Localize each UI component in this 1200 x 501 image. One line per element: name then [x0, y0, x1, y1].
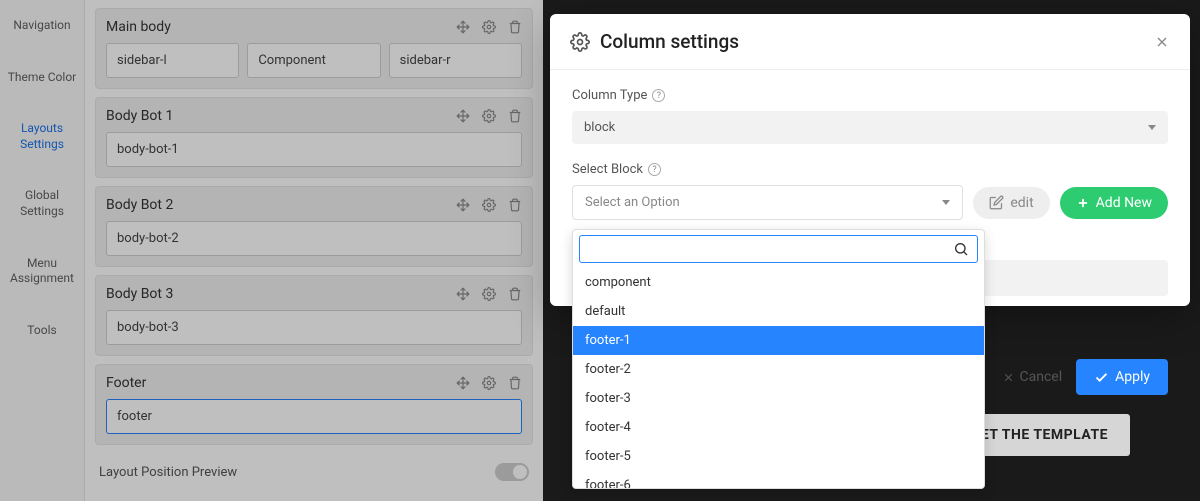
add-new-button[interactable]: Add New [1060, 187, 1168, 219]
edit-icon [989, 195, 1004, 210]
cancel-button[interactable]: Cancel [1002, 369, 1062, 385]
section-footer[interactable]: Footer footer [95, 364, 533, 445]
chip-body-bot-2[interactable]: body-bot-2 [106, 221, 522, 256]
trash-icon[interactable] [508, 287, 522, 301]
gear-icon[interactable] [482, 109, 496, 123]
chip-footer[interactable]: footer [106, 399, 522, 434]
plus-icon [1076, 196, 1090, 210]
chip-sidebar-l[interactable]: sidebar-l [106, 43, 239, 78]
chip-body-bot-3[interactable]: body-bot-3 [106, 310, 522, 345]
chip-body-bot-1[interactable]: body-bot-1 [106, 132, 522, 167]
section-body-bot-2[interactable]: Body Bot 2 body-bot-2 [95, 186, 533, 267]
select-block-dropdown: component default footer-1 footer-2 foot… [572, 229, 985, 489]
chevron-down-icon [1148, 125, 1156, 130]
trash-icon[interactable] [508, 109, 522, 123]
chevron-down-icon [942, 200, 950, 205]
leftnav-item-layouts-settings[interactable]: Layouts Settings [0, 103, 84, 170]
dropdown-item[interactable]: default [573, 297, 984, 326]
dropdown-item[interactable]: footer-5 [573, 442, 984, 471]
modal-title: Column settings [600, 30, 739, 53]
select-block-label: Select Block ? [572, 162, 1168, 177]
layout-preview-toggle[interactable] [495, 463, 529, 481]
column-type-select[interactable]: block [572, 111, 1168, 144]
dropdown-item[interactable]: component [573, 268, 984, 297]
leftnav-item-navigation[interactable]: Navigation [0, 0, 84, 52]
section-title: Body Bot 2 [106, 197, 173, 213]
edit-button[interactable]: edit [973, 187, 1049, 219]
chip-sidebar-r[interactable]: sidebar-r [389, 43, 522, 78]
section-title: Main body [106, 19, 171, 35]
trash-icon[interactable] [508, 20, 522, 34]
close-icon[interactable] [1154, 34, 1170, 50]
apply-button[interactable]: Apply [1076, 359, 1168, 395]
dropdown-search-input[interactable] [588, 241, 953, 257]
section-title: Body Bot 3 [106, 286, 173, 302]
select-block-placeholder: Select an Option [585, 195, 680, 210]
leftnav-item-tools[interactable]: Tools [0, 305, 84, 357]
dropdown-item[interactable]: footer-2 [573, 355, 984, 384]
leftnav-item-menu-assignment[interactable]: Menu Assignment [0, 238, 84, 305]
dropdown-item[interactable]: footer-3 [573, 384, 984, 413]
select-block-select[interactable]: Select an Option [572, 185, 963, 220]
move-icon[interactable] [456, 198, 470, 212]
chip-component[interactable]: Component [247, 43, 380, 78]
help-icon[interactable]: ? [648, 163, 661, 176]
dropdown-list[interactable]: component default footer-1 footer-2 foot… [573, 268, 984, 488]
check-icon [1094, 370, 1109, 385]
leftnav-item-theme-color[interactable]: Theme Color [0, 52, 84, 104]
section-main-body[interactable]: Main body sidebar-l Component sidebar-r [95, 8, 533, 89]
dropdown-item[interactable]: footer-1 [573, 326, 984, 355]
column-type-value: block [584, 120, 615, 135]
move-icon[interactable] [456, 109, 470, 123]
move-icon[interactable] [456, 287, 470, 301]
column-type-label: Column Type ? [572, 88, 1168, 103]
help-icon[interactable]: ? [652, 89, 665, 102]
layout-panel: Main body sidebar-l Component sidebar-r … [85, 0, 543, 501]
gear-icon [570, 32, 590, 52]
section-body-bot-3[interactable]: Body Bot 3 body-bot-3 [95, 275, 533, 356]
section-body-bot-1[interactable]: Body Bot 1 body-bot-1 [95, 97, 533, 178]
section-title: Footer [106, 375, 146, 391]
trash-icon[interactable] [508, 198, 522, 212]
dropdown-item[interactable]: footer-6 [573, 471, 984, 488]
gear-icon[interactable] [482, 287, 496, 301]
move-icon[interactable] [456, 376, 470, 390]
left-nav: Navigation Theme Color Layouts Settings … [0, 0, 85, 501]
gear-icon[interactable] [482, 376, 496, 390]
layout-preview-label: Layout Position Preview [99, 465, 237, 480]
gear-icon[interactable] [482, 198, 496, 212]
section-title: Body Bot 1 [106, 108, 173, 124]
close-icon [1002, 371, 1015, 384]
trash-icon[interactable] [508, 376, 522, 390]
search-icon [953, 241, 969, 257]
gear-icon[interactable] [482, 20, 496, 34]
layout-preview-row: Layout Position Preview [95, 453, 533, 491]
dropdown-item[interactable]: footer-4 [573, 413, 984, 442]
move-icon[interactable] [456, 20, 470, 34]
leftnav-item-global-settings[interactable]: Global Settings [0, 170, 84, 237]
